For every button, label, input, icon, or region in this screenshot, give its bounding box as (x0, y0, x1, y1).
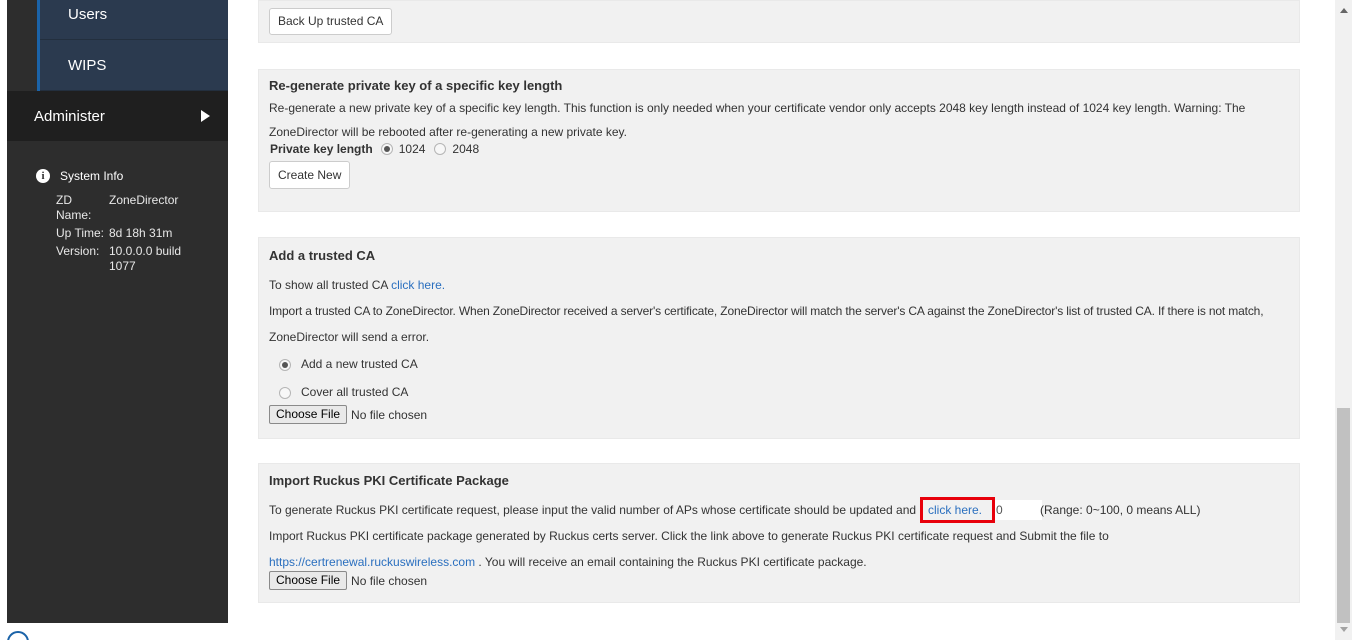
sidebar-item-administer[interactable]: Administer (7, 91, 228, 141)
sidebar-item-label: WIPS (68, 56, 107, 74)
show-trusted-ca-link[interactable]: click here. (391, 278, 445, 292)
system-info-value: 8d 18h 31m (109, 226, 173, 240)
system-info-key: Up Time: (56, 226, 105, 240)
regen-key-warning: ZoneDirector will be rebooted after re-g… (269, 125, 627, 139)
pki-generate-link-box: click here. (920, 497, 995, 523)
backup-trusted-ca-button[interactable]: Back Up trusted CA (269, 8, 393, 35)
radio-label: 1024 (398, 142, 426, 156)
trusted-ca-description-2: ZoneDirector will send a error. (269, 330, 430, 344)
radio-label: Add a new trusted CA (301, 357, 418, 371)
scrollbar-thumb[interactable] (1337, 408, 1350, 623)
file-status: No file chosen (351, 407, 428, 422)
key-length-2048-radio[interactable] (434, 143, 447, 155)
vertical-scrollbar[interactable] (1335, 0, 1352, 640)
radio-label: 2048 (452, 142, 480, 156)
cover-all-ca-row: Cover all trusted CA (269, 385, 1289, 400)
show-trusted-ca-text: To show all trusted CA (269, 278, 392, 292)
sidebar: Users WIPS Administer i System Info ZD N… (7, 0, 228, 623)
regen-key-title: Re-generate private key of a specific ke… (269, 78, 563, 93)
show-trusted-ca-row: To show all trusted CA click here. (269, 278, 1289, 293)
ap-count-input[interactable]: 0 (995, 500, 1042, 520)
pki-generate-row: To generate Ruckus PKI certificate reque… (269, 497, 1289, 523)
help-circle-icon[interactable] (7, 631, 29, 640)
trusted-ca-title: Add a trusted CA (269, 248, 376, 263)
trusted-ca-panel: Add a trusted CA To show all trusted CA … (258, 237, 1300, 439)
pki-server-row: https://certrenewal.ruckuswireless.com .… (269, 555, 1289, 570)
system-info-value: 10.0.0.0 build 1077 (109, 244, 182, 273)
cover-all-trusted-ca-radio[interactable] (279, 386, 291, 399)
sidebar-item-label: Users (68, 6, 108, 23)
trusted-ca-description: Import a trusted CA to ZoneDirector. Whe… (269, 304, 1264, 318)
backup-panel: Back Up trusted CA (258, 0, 1300, 43)
pki-generate-text: To generate Ruckus PKI certificate reque… (269, 503, 917, 517)
key-length-1024-radio[interactable] (380, 143, 393, 155)
sidebar-subnav: Users WIPS (37, 0, 228, 91)
pki-description-suffix: . You will receive an email containing t… (475, 555, 867, 569)
pki-file-picker: Choose File No file chosen (269, 571, 1289, 590)
range-hint: (Range: 0~100, 0 means ALL) (1040, 503, 1201, 517)
info-icon: i (36, 169, 50, 183)
choose-file-button[interactable]: Choose File (269, 571, 348, 590)
system-info-row: Up Time: 8d 18h 31m (36, 226, 228, 241)
pki-description: Import Ruckus PKI certificate package ge… (269, 529, 1109, 543)
key-length-label: Private key length (270, 142, 373, 156)
pki-title: Import Ruckus PKI Certificate Package (269, 473, 509, 488)
system-info-row: ZD Name: ZoneDirector (36, 193, 228, 223)
system-info-title: System Info (60, 169, 124, 183)
sidebar-item-users[interactable]: Users (40, 0, 228, 40)
system-info-key: Version: (56, 244, 100, 258)
radio-label: Cover all trusted CA (301, 385, 409, 399)
expand-arrow-icon (201, 110, 210, 122)
create-new-button[interactable]: Create New (269, 161, 351, 189)
sidebar-item-wips[interactable]: WIPS (40, 40, 228, 91)
system-info-row: Version: 10.0.0.0 build 1077 (36, 244, 228, 274)
file-status: No file chosen (351, 573, 428, 588)
system-info-key: ZD Name: (56, 193, 92, 222)
add-new-trusted-ca-radio[interactable] (279, 358, 291, 371)
system-info-header: i System Info (36, 169, 228, 183)
cert-server-link[interactable]: https://certrenewal.ruckuswireless.com (269, 555, 475, 569)
system-info: i System Info ZD Name: ZoneDirector Up T… (7, 141, 228, 274)
scroll-up-arrow-icon[interactable] (1340, 8, 1348, 13)
system-info-value: ZoneDirector (109, 193, 179, 207)
regen-key-panel: Re-generate private key of a specific ke… (258, 69, 1300, 212)
regen-key-description: Re-generate a new private key of a speci… (269, 101, 1246, 115)
scroll-down-arrow-icon[interactable] (1340, 627, 1348, 632)
key-length-row: Private key length 1024 2048 (269, 141, 1289, 157)
ca-file-picker: Choose File No file chosen (269, 405, 1289, 424)
pki-generate-link[interactable]: click here. (928, 503, 982, 517)
choose-file-button[interactable]: Choose File (269, 405, 348, 424)
pki-panel: Import Ruckus PKI Certificate Package To… (258, 463, 1300, 603)
sidebar-item-label: Administer (34, 107, 105, 125)
add-new-ca-row: Add a new trusted CA (269, 357, 1289, 372)
